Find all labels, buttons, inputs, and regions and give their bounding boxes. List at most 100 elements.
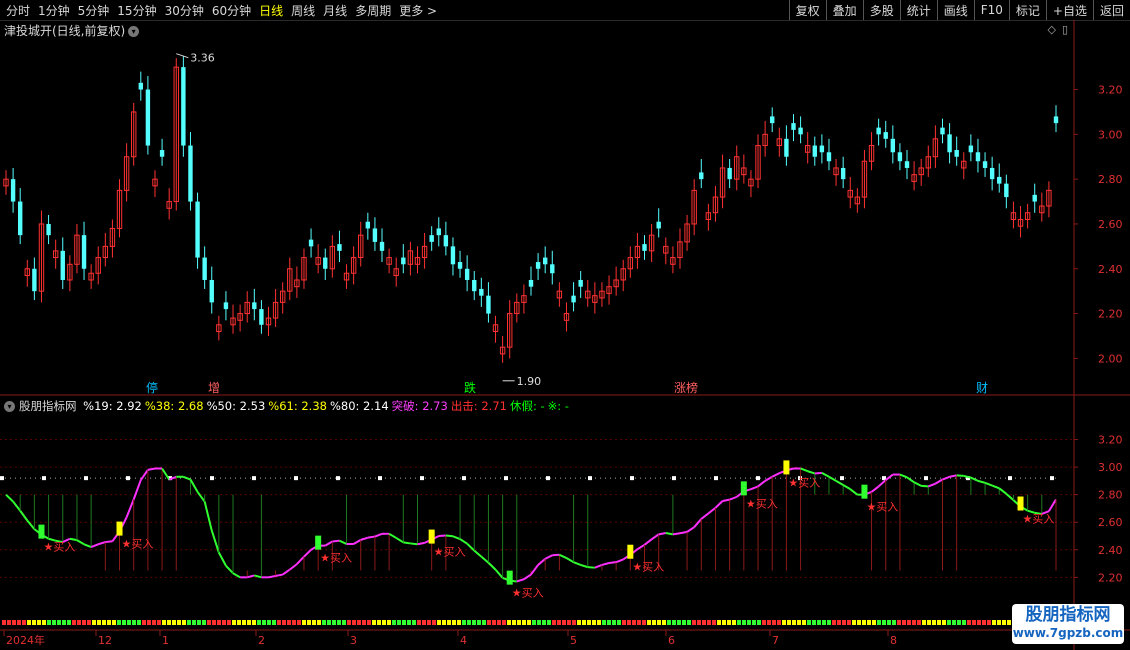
signal-strip-cell xyxy=(252,620,256,625)
indicator-curve-segment xyxy=(203,501,213,531)
indicator-title-bar: ▾ 股朋指标网 %19: 2.92 %38: 2.68 %50: 2.53 %61: 2… xyxy=(4,398,572,414)
signal-strip-cell xyxy=(127,620,131,625)
signal-strip-cell xyxy=(37,620,41,625)
resistance-dot xyxy=(42,476,46,481)
indicator-curve-segment xyxy=(764,475,773,482)
candle-body xyxy=(323,257,328,269)
signal-strip-cell xyxy=(422,620,426,625)
buy-signal-label: ★买入 xyxy=(866,501,898,514)
indicator-curve-segment xyxy=(1005,493,1015,501)
signal-strip-cell xyxy=(707,620,711,625)
candle-body xyxy=(81,235,87,269)
time-tick-label: 2024年 xyxy=(6,633,45,647)
high-marker-arrow xyxy=(176,53,189,59)
indicator-curve-segment xyxy=(530,564,539,576)
signal-strip-cell xyxy=(77,620,81,625)
signal-strip-cell xyxy=(187,620,191,625)
indicator-stat-3: %61: 2.38 xyxy=(268,399,327,413)
resistance-dot xyxy=(756,476,760,481)
signal-strip-cell xyxy=(547,620,551,625)
candle-body xyxy=(486,295,491,314)
indicator-curve-segment xyxy=(246,574,255,579)
signal-strip-cell xyxy=(142,620,146,625)
main-y-tick-label: 2.80 xyxy=(1098,173,1123,186)
indicator-stat-7: 休假: - xyxy=(509,399,545,413)
signal-strip-cell xyxy=(412,620,416,625)
signal-strip-cell xyxy=(202,620,206,625)
signal-strip-cell xyxy=(717,620,721,625)
signal-strip-cell xyxy=(112,620,116,625)
signal-strip-cell xyxy=(117,620,121,625)
signal-strip-cell xyxy=(787,620,791,625)
signal-strip-cell xyxy=(817,620,821,625)
indicator-curve-segment xyxy=(942,475,950,481)
candle-body xyxy=(550,264,555,274)
indicator-curve-segment xyxy=(537,558,546,566)
signal-strip-cell xyxy=(897,620,901,625)
signal-strip-cell xyxy=(937,620,941,625)
indicator-curve-segment xyxy=(147,467,156,471)
candle-body xyxy=(904,161,910,168)
indicator-curve-segment xyxy=(899,473,908,479)
signal-strip-cell xyxy=(962,620,966,625)
signal-strip-cell xyxy=(122,620,126,625)
candle-body xyxy=(472,279,477,292)
time-tick-label: 1 xyxy=(162,634,169,647)
event-tag: 跌 xyxy=(464,380,476,395)
candle-body xyxy=(578,279,583,287)
main-y-tick-label: 2.60 xyxy=(1098,218,1123,231)
buy-signal-label: ★买入 xyxy=(434,546,466,559)
indicator-y-tick-label: 2.40 xyxy=(1098,544,1123,557)
signal-strip-cell xyxy=(892,620,896,625)
candle-body xyxy=(542,257,548,265)
signal-strip-cell xyxy=(22,620,26,625)
indicator-curve-segment xyxy=(12,500,21,512)
watermark-title: 股朋指标网 xyxy=(1025,605,1111,625)
signal-strip-cell xyxy=(482,620,486,625)
signal-strip-cell xyxy=(667,620,671,625)
chevron-down-icon[interactable]: ▾ xyxy=(4,401,15,412)
indicator-curve-segment xyxy=(232,572,241,579)
signal-strip-cell xyxy=(777,620,781,625)
indicator-curve-segment xyxy=(714,500,724,509)
price-chart[interactable]: 3.20 3.00 2.80 2.60 2.40 2.20 2.00 3.36 1.90 停 增 跌 涨… xyxy=(0,0,1130,650)
resistance-dot xyxy=(588,476,592,481)
signal-strip-cell xyxy=(262,620,266,625)
indicator-curve-segment xyxy=(885,473,894,481)
signal-strip-cell xyxy=(867,620,871,625)
candle-body xyxy=(429,235,434,242)
signal-strip-cell xyxy=(42,620,46,625)
candle-body xyxy=(159,150,165,157)
signal-strip-cell xyxy=(397,620,401,625)
signal-strip-cell xyxy=(507,620,511,625)
indicator-curve-segment xyxy=(771,472,780,478)
signal-strip-cell xyxy=(647,620,651,625)
indicator-curve-segment xyxy=(835,480,844,486)
signal-strip-cell xyxy=(47,620,51,625)
signal-strip-cell xyxy=(782,620,786,625)
buy-signal-bar xyxy=(783,460,790,475)
candle-body xyxy=(890,138,896,153)
time-tick-label: 4 xyxy=(460,634,467,647)
indicator-curve-segment xyxy=(189,479,199,493)
buy-signal-label: ★买入 xyxy=(632,561,664,574)
main-y-tick-label: 3.00 xyxy=(1098,128,1123,141)
signal-strip-cell xyxy=(172,620,176,625)
candle-body xyxy=(457,262,463,269)
signal-strip-cell xyxy=(532,620,536,625)
main-y-tick-label: 2.00 xyxy=(1098,352,1123,365)
candle-body xyxy=(989,167,995,180)
indicator-curve-segment xyxy=(90,543,99,548)
signal-strip-cell xyxy=(582,620,586,625)
resistance-dot xyxy=(126,476,130,481)
candle-body xyxy=(876,127,881,135)
signal-strip-cell xyxy=(857,620,861,625)
signal-strip-cell xyxy=(7,620,11,625)
indicator-curve-segment xyxy=(5,493,14,503)
signal-strip-cell xyxy=(527,620,531,625)
signal-strip-cell xyxy=(147,620,151,625)
signal-strip-cell xyxy=(727,620,731,625)
signal-strip-cell xyxy=(232,620,236,625)
candle-body xyxy=(195,201,200,258)
candle-body xyxy=(826,152,832,162)
